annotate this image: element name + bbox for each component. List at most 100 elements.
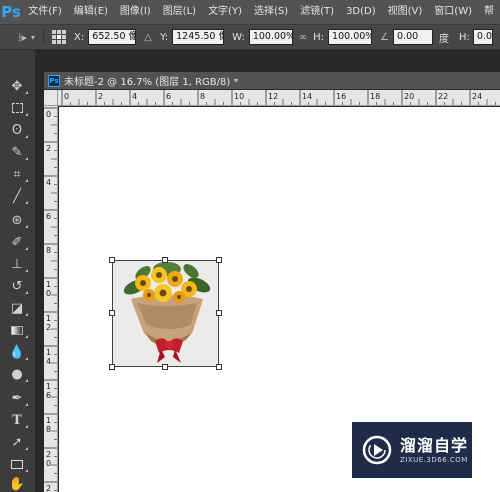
placed-image-bouquet[interactable] [109,257,222,370]
menu-bar: Ps 文件(F) 编辑(E) 图像(I) 图层(L) 文字(Y) 选择(S) 滤… [0,0,500,24]
play-logo-icon [362,435,392,465]
transform-handle-bottom-right[interactable] [216,364,222,370]
hskew-field[interactable]: 0.00 [472,29,493,45]
brush-tool-icon[interactable]: ✐ [4,232,30,252]
ruler-label: 0 [46,459,51,468]
ruler-label: 6 [166,92,171,101]
menu-3d[interactable]: 3D(D) [340,0,382,24]
y-label: Y: [159,31,169,43]
clone-stamp-icon[interactable]: ⊥ [4,254,30,274]
dodge-tool-icon[interactable]: ● [4,364,30,384]
vertical-ruler-ticks: 0246810121416182022 [44,107,57,492]
menu-file[interactable]: 文件(F) [22,0,68,24]
ruler-label: 1 [46,348,51,357]
transform-handle-right[interactable] [216,310,222,316]
ruler-label: 2 [98,92,103,101]
document-tab[interactable]: Ps 未标题-2 @ 16.7% (图层 1, RGB/8) * [44,72,500,90]
ruler-label: 4 [132,92,137,101]
ruler-label: 1 [46,382,51,391]
h-label: H: [313,31,325,43]
width-field[interactable]: 100.00% [248,29,293,45]
eyedropper-tool-icon[interactable]: ╱ [4,186,30,206]
ruler-label: 2 [46,450,51,459]
ruler-label: 24 [472,92,482,101]
lasso-tool-icon[interactable]: ʘ [4,120,30,140]
eraser-tool-icon[interactable]: ◪ [4,298,30,318]
x-position-field[interactable]: 652.50 像 [88,29,137,45]
chevron-down-icon[interactable]: ▾ [31,33,35,42]
photoshop-logo-icon: Ps [1,3,21,21]
blur-tool-icon[interactable]: 💧 [4,342,30,362]
x-label: X: [74,31,85,43]
rotation-field[interactable]: 0.00 [393,29,434,45]
ruler-label: 6 [46,212,51,221]
hand-tool-icon[interactable]: ✋ [4,474,30,492]
transform-handle-top-right[interactable] [216,257,222,263]
flower-bouquet-image [113,261,218,366]
ruler-label: 18 [370,92,380,101]
ruler-label: 2 [46,484,51,492]
document-title: 未标题-2 @ 16.7% (图层 1, RGB/8) * [64,77,239,88]
watermark-subtitle: ZIXUE.3D66.COM [400,456,468,464]
ruler-label: 22 [438,92,448,101]
ps-document-icon: Ps [48,74,60,87]
menu-image[interactable]: 图像(I) [114,0,157,24]
ruler-label: 0 [46,110,51,119]
history-brush-icon[interactable]: ↺ [4,276,30,296]
ruler-label: 10 [234,92,244,101]
menu-edit[interactable]: 编辑(E) [68,0,114,24]
ruler-label: 2 [46,323,51,332]
transform-handle-left[interactable] [109,310,115,316]
path-select-icon[interactable]: ➚ [4,432,30,452]
ruler-label: 6 [46,391,51,400]
menu-layer[interactable]: 图层(L) [157,0,202,24]
pen-tool-icon[interactable]: ✒ [4,388,30,408]
ruler-label: 20 [404,92,414,101]
ruler-label: 1 [46,280,51,289]
quick-select-tool-icon[interactable]: ✎ [4,142,30,162]
transform-handle-top[interactable] [162,257,168,263]
rotate-angle-icon: ∠ [380,31,390,43]
menu-type[interactable]: 文字(Y) [202,0,248,24]
rectangle-tool-icon[interactable] [4,454,30,474]
type-tool-icon[interactable]: T [4,410,30,430]
ruler-label: 1 [46,314,51,323]
menu-select[interactable]: 选择(S) [248,0,294,24]
ruler-label: 16 [336,92,346,101]
options-bar: ⁞▸ ▾ X: 652.50 像 △ Y: 1245.50 像 W: 100.0… [0,24,500,50]
transform-handle-bottom-left[interactable] [109,364,115,370]
gradient-tool-icon[interactable] [4,320,30,340]
menu-window[interactable]: 窗口(W) [428,0,478,24]
ruler-label: 0 [64,92,69,101]
ruler-label: 2 [46,144,51,153]
ruler-origin[interactable] [44,90,58,106]
link-icon[interactable]: ∞ [299,32,307,43]
healing-brush-icon[interactable]: ⊛ [4,210,30,230]
degree-unit: 度 [439,33,450,45]
relative-position-icon[interactable]: △ [144,32,152,43]
ruler-label: 0 [46,289,51,298]
ruler-label: 4 [46,357,51,366]
ruler-label: 8 [200,92,205,101]
menu-view[interactable]: 视图(V) [382,0,429,24]
horizontal-ruler-ticks: 0 2 4 6 8 10 12 14 16 18 20 22 24 [61,90,496,105]
tools-panel: ✥ ʘ ✎ ⌗ ╱ ⊛ ✐ ⊥ ↺ ◪ 💧 ● ✒ T ➚ ✋ [0,50,36,492]
reference-point-icon[interactable] [52,30,67,44]
height-field[interactable]: 100.00% [328,29,373,45]
marquee-tool-icon[interactable] [4,98,30,118]
menu-filter[interactable]: 滤镜(T) [294,0,340,24]
watermark: 溜溜自学 ZIXUE.3D66.COM [352,422,472,478]
horizontal-ruler[interactable]: 0 2 4 6 8 10 12 14 16 18 20 22 24 [58,90,500,106]
transform-handle-bottom[interactable] [162,364,168,370]
menu-help[interactable]: 帮 [478,0,500,24]
ruler-label: 4 [46,178,51,187]
vertical-ruler[interactable]: 0246810121416182022 [44,106,58,492]
crop-tool-icon[interactable]: ⌗ [4,164,30,184]
transform-handle-top-left[interactable] [109,257,115,263]
ruler-label: 8 [46,425,51,434]
ruler-label: 14 [302,92,312,101]
move-tool-icon[interactable]: ✥ [4,76,30,96]
ruler-label: 1 [46,416,51,425]
y-position-field[interactable]: 1245.50 像 [172,29,225,45]
tool-preset-icon[interactable]: ⁞▸ [18,31,27,44]
